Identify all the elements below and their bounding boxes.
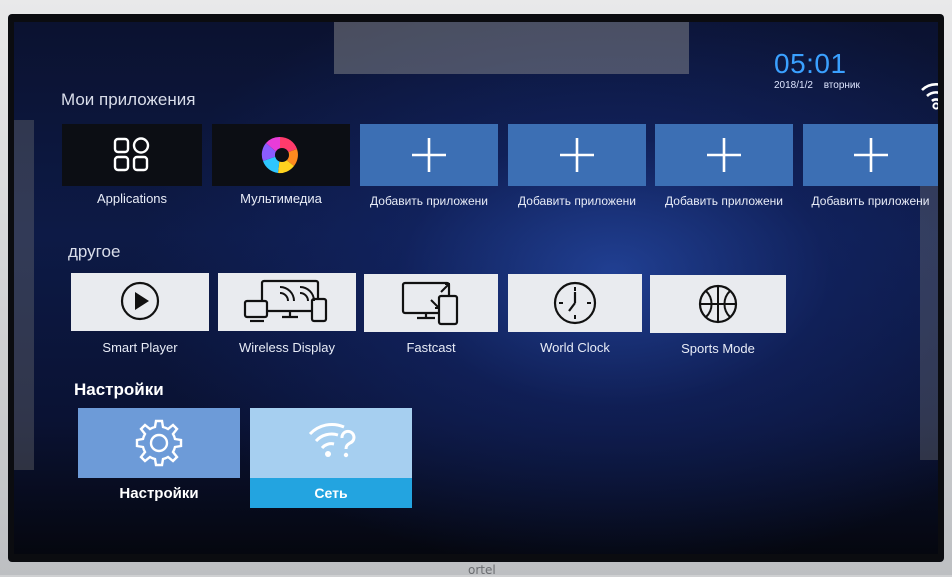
clock-widget: 05:01 2018/1/2 вторник: [774, 48, 894, 92]
clock-weekday: вторник: [823, 80, 860, 91]
wireless-display-icon: [243, 279, 328, 323]
tv-screen: 05:01 2018/1/2 вторник Мои приложения Ap…: [14, 22, 938, 554]
plus-icon: [560, 138, 594, 172]
clock-time: 05:01: [774, 48, 847, 79]
app-label-wireless-display: Wireless Display: [238, 340, 336, 355]
add-app-tile-2[interactable]: [508, 124, 646, 186]
add-app-label-2: Добавить приложени: [518, 194, 636, 208]
settings-label: Настройки: [119, 485, 199, 502]
gear-icon: [135, 419, 183, 467]
section-title-other: другое: [68, 242, 121, 261]
add-app-tile-3[interactable]: [655, 124, 793, 186]
add-app-tile-1[interactable]: [360, 124, 498, 186]
settings-tile[interactable]: [78, 408, 240, 478]
network-label: Сеть: [250, 478, 412, 508]
add-app-label-1: Добавить приложени: [370, 194, 488, 208]
multimedia-icon: [261, 136, 298, 174]
app-tile-fastcast[interactable]: [364, 274, 498, 332]
app-tile-multimedia[interactable]: [212, 124, 350, 186]
add-app-tile-4[interactable]: [803, 124, 938, 186]
tape-overlay-left: [14, 120, 34, 470]
fastcast-icon: [401, 281, 459, 326]
tape-overlay-top: [334, 22, 689, 74]
app-label-sports-mode: Sports Mode: [681, 341, 755, 356]
plus-icon: [707, 138, 741, 172]
apps-grid-icon: [113, 137, 150, 172]
app-tile-world-clock[interactable]: [508, 274, 642, 332]
section-title-settings: Настройки: [74, 380, 164, 399]
app-tile-applications[interactable]: [62, 124, 202, 186]
app-label-world-clock: World Clock: [540, 340, 610, 355]
clock-date: 2018/1/2: [774, 80, 813, 91]
tape-overlay-right: [920, 140, 938, 460]
app-tile-sports-mode[interactable]: [650, 275, 786, 333]
add-app-label-3: Добавить приложени: [665, 194, 783, 208]
app-label-smart-player: Smart Player: [102, 340, 178, 355]
wifi-question-icon: [308, 422, 356, 458]
play-icon: [120, 281, 160, 321]
app-label-fastcast: Fastcast: [406, 340, 456, 355]
plus-icon: [412, 138, 446, 172]
app-tile-wireless-display[interactable]: [218, 273, 356, 331]
app-label-multimedia: Мультимедиа: [240, 191, 322, 206]
add-app-label-4: Добавить приложени: [811, 194, 930, 208]
section-title-my-apps: Мои приложения: [61, 90, 196, 109]
plus-icon: [854, 138, 888, 172]
wifi-status-icon: [921, 83, 938, 110]
basketball-icon: [698, 284, 738, 324]
app-label-applications: Applications: [96, 191, 168, 206]
app-tile-smart-player[interactable]: [71, 273, 209, 331]
clock-icon: [553, 281, 597, 325]
clock-date-row: 2018/1/2 вторник: [774, 80, 894, 91]
